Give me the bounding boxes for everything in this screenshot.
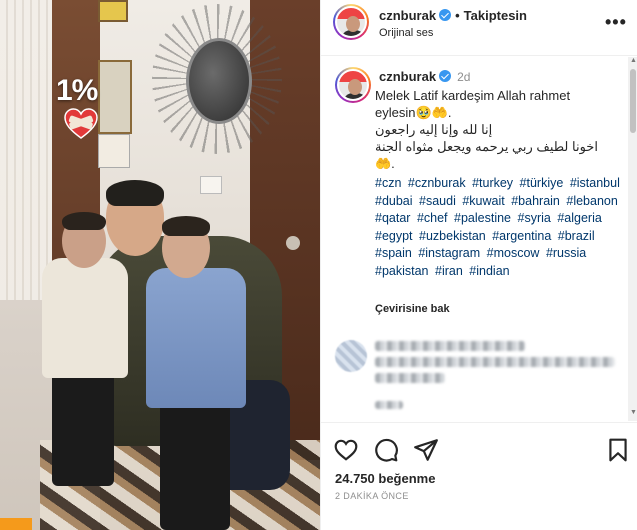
paper-plane-icon[interactable] <box>413 437 439 463</box>
hashtag-link[interactable]: #czn <box>375 176 401 190</box>
hashtag-link[interactable]: #qatar <box>375 211 410 225</box>
bookmark-icon[interactable] <box>605 437 631 463</box>
hashtag-link[interactable]: #instagram <box>418 246 480 260</box>
header-avatar[interactable] <box>333 4 369 40</box>
hashtag-link[interactable]: #uzbekistan <box>419 229 486 243</box>
post-side-panel: cznburak • Takiptesin Orijinal ses ••• czn… <box>320 0 637 530</box>
caption-text: Melek Latif kardeşim Allah rahmet eylesi… <box>375 87 625 172</box>
photo-corner-badge <box>0 518 32 530</box>
avatar-image <box>337 69 369 101</box>
hashtag-link[interactable]: #russia <box>546 246 586 260</box>
scroll-down-arrow-icon[interactable]: ▼ <box>630 409 637 416</box>
caption-header: cznburak 2d <box>379 69 470 84</box>
caption-line: eylesin🥹🤲. <box>375 105 452 120</box>
verified-badge-icon <box>439 70 452 82</box>
hashtag-link[interactable]: #saudi <box>419 194 456 208</box>
photo-frame-bottom <box>98 134 130 168</box>
hashtag-link[interactable]: #argentina <box>492 229 551 243</box>
caption-avatar[interactable] <box>335 67 371 103</box>
hashtag-link[interactable]: #bahrain <box>511 194 560 208</box>
photo-boy-left-hair <box>62 212 106 230</box>
hashtag-link[interactable]: #chef <box>417 211 448 225</box>
hashtag-link[interactable]: #iran <box>435 264 463 278</box>
post-header: cznburak • Takiptesin Orijinal ses ••• <box>321 0 637 56</box>
photo-boy-right-body <box>146 268 246 408</box>
following-button[interactable]: Takiptesin <box>464 8 527 23</box>
hashtag-link[interactable]: #syria <box>518 211 551 225</box>
photo-boy-left-body <box>42 258 128 378</box>
caption-comments-area: cznburak 2d Melek Latif kardeşim Allah ra… <box>321 57 629 417</box>
verified-badge-icon <box>439 9 452 21</box>
see-translation-link[interactable]: Çevirisine bak <box>375 303 450 315</box>
avatar-image <box>335 6 367 38</box>
blurred-comment <box>335 337 625 417</box>
hashtag-list: #czn #cznburak #turkey #türkiye #istanbu… <box>375 175 627 280</box>
avatar-face <box>348 79 362 95</box>
hashtag-link[interactable]: #lebanon <box>566 194 617 208</box>
photo-boy-right-hair <box>162 216 210 236</box>
like-count[interactable]: 24.750 beğenme <box>335 471 435 486</box>
hashtag-link[interactable]: #türkiye <box>520 176 564 190</box>
original-audio-link[interactable]: Orijinal ses <box>379 27 433 39</box>
header-separator: • <box>455 8 460 23</box>
comment-bubble-icon[interactable] <box>373 437 399 463</box>
hashtag-link[interactable]: #palestine <box>454 211 511 225</box>
blurred-comment-line <box>375 373 445 383</box>
header-user-row: cznburak • Takiptesin <box>379 8 527 23</box>
scrollbar-thumb[interactable] <box>630 69 636 133</box>
photo-frame-top <box>98 0 128 22</box>
hashtag-link[interactable]: #kuwait <box>462 194 504 208</box>
photo-man-hair <box>106 180 164 206</box>
hashtag-link[interactable]: #cznburak <box>408 176 466 190</box>
hashtag-link[interactable]: #istanbul <box>570 176 620 190</box>
sticker-percent: 1% <box>56 74 98 107</box>
caption-line: Melek Latif kardeşim Allah rahmet <box>375 88 571 103</box>
post-photo[interactable]: 1% <box>0 0 320 530</box>
post-timestamp: 2 DAKİKA ÖNCE <box>335 491 409 501</box>
hashtag-link[interactable]: #turkey <box>472 176 513 190</box>
heart-outline-icon[interactable] <box>333 437 359 463</box>
hashtag-link[interactable]: #brazil <box>558 229 595 243</box>
caption-line-arabic: اخونا لطيف ربي يرحمه ويجعل مثواه الجنة <box>375 139 598 154</box>
blurred-comment-line <box>375 357 615 367</box>
photo-boy-left-legs <box>52 366 114 486</box>
blurred-comment-meta <box>375 401 403 409</box>
caption-line: 🤲. <box>375 156 395 171</box>
hashtag-link[interactable]: #pakistan <box>375 264 429 278</box>
hashtag-link[interactable]: #indian <box>469 264 509 278</box>
comment-avatar[interactable] <box>335 340 367 372</box>
header-username[interactable]: cznburak <box>379 8 436 23</box>
caption-username[interactable]: cznburak <box>379 69 436 84</box>
scroll-up-arrow-icon[interactable]: ▲ <box>630 57 637 64</box>
photo-boy-right-legs <box>160 400 230 530</box>
photo-light-switch <box>200 176 222 194</box>
photo-frame-middle <box>98 60 132 134</box>
more-horizontal-icon[interactable]: ••• <box>605 12 627 33</box>
photo-door-knob <box>286 236 300 250</box>
hashtag-link[interactable]: #egypt <box>375 229 413 243</box>
caption-scrollbar[interactable]: ▲ ▼ <box>628 57 637 421</box>
heart-bandage-icon <box>64 108 98 139</box>
hashtag-link[interactable]: #algeria <box>557 211 601 225</box>
hashtag-link[interactable]: #dubai <box>375 194 413 208</box>
post-actions: 24.750 beğenme 2 DAKİKA ÖNCE <box>321 422 637 530</box>
avatar-face <box>346 16 360 32</box>
hashtag-link[interactable]: #moscow <box>487 246 540 260</box>
photo-window-curtain <box>0 0 52 300</box>
hashtag-link[interactable]: #spain <box>375 246 412 260</box>
photo-mirror <box>186 38 252 124</box>
caption-line-arabic: إنا لله وإنا إليه راجعون <box>375 122 493 137</box>
caption-time[interactable]: 2d <box>457 70 470 84</box>
blurred-comment-line <box>375 341 525 351</box>
